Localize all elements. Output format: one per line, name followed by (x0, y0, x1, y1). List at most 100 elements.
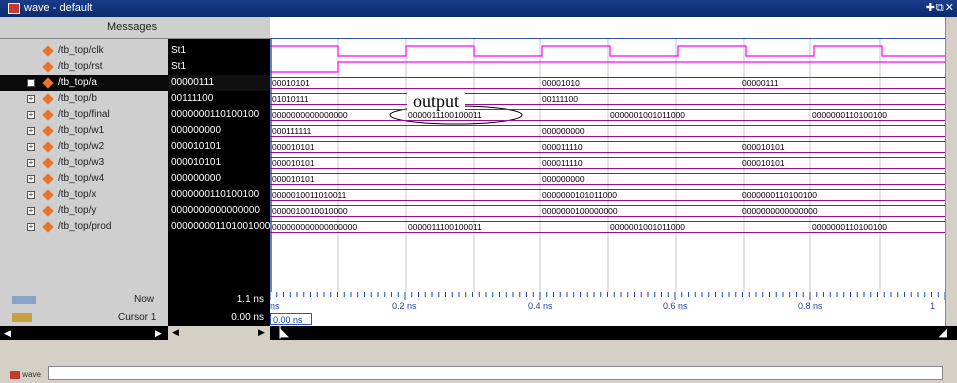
cursor-value-column: 1.1 ns 0.00 ns ◀ ▶ (168, 292, 270, 340)
signal-name: /tb_top/w3 (58, 157, 105, 168)
signal-value: 000000000 (171, 125, 222, 136)
expand-icon[interactable]: + (27, 191, 35, 199)
signal-row[interactable]: + /tb_top/prod (0, 219, 168, 235)
signal-row[interactable]: + /tb_top/w2 (0, 139, 168, 155)
bus-value-label: 000011110 (542, 158, 583, 168)
signal-row[interactable]: + /tb_top/a (0, 75, 168, 91)
time-cursor-area: Now Cursor 1 ◀ ▶ 1.1 ns 0.00 ns ◀ ▶ ns 0.… (0, 292, 957, 340)
window-title: wave - default (24, 2, 93, 14)
messages-header-label: Messages (107, 21, 158, 33)
bus-value-label: 000000000 (542, 174, 585, 184)
bus-value-label: 00010101 (272, 78, 310, 88)
signal-name: /tb_top/x (58, 189, 97, 200)
signal-icon (42, 125, 54, 137)
expand-icon[interactable]: + (27, 111, 35, 119)
bus-value-label: 000111111 (272, 126, 312, 136)
signal-name: /tb_top/prod (58, 221, 112, 232)
time-tick-label: ns (270, 301, 280, 311)
title-bar: wave - default ✚⧉✕ (0, 0, 957, 17)
time-tick-label: 1 (930, 301, 936, 311)
signal-name: /tb_top/rst (58, 61, 103, 72)
cursor-label: Cursor 1 (118, 312, 157, 323)
signal-value: 000010101 (171, 141, 222, 152)
scroll-right-icon[interactable]: ▶ (155, 328, 162, 339)
signal-icon (42, 189, 54, 201)
signal-name: /tb_top/w2 (58, 141, 105, 152)
signal-row[interactable]: + /tb_top/b (0, 91, 168, 107)
scroll-left-icon[interactable]: ◀ (4, 328, 11, 339)
bus-value-label: 0000001001011000 (610, 222, 686, 232)
expand-icon[interactable]: + (27, 79, 35, 87)
expand-icon[interactable]: + (27, 223, 35, 231)
bus-value-label: 00111100 (542, 94, 578, 104)
messages-header: Messages (0, 17, 168, 39)
bus-value-label: 000010101 (272, 158, 315, 168)
signal-value: 000010101 (171, 157, 222, 168)
cursor-icon[interactable] (12, 313, 32, 322)
bus-value-label: 0000000110100100 (742, 190, 818, 200)
bus-value-label: 0000011100100011 (408, 222, 482, 232)
time-tick-label: 0.6 ns (663, 301, 688, 311)
signal-value: 00111100 (171, 93, 214, 104)
signal-value: 0000000110100100 (171, 109, 260, 120)
bus-value-label: 0000000100000000 (542, 206, 618, 216)
bus-segment (270, 93, 540, 105)
expand-icon[interactable]: + (27, 127, 35, 135)
signal-name: /tb_top/a (58, 77, 97, 88)
signal-name: /tb_top/w4 (58, 173, 105, 184)
bus-value-label: 00001010 (542, 78, 580, 88)
command-input[interactable] (48, 366, 943, 380)
bus-value-label: 0000000110100100 (812, 110, 888, 120)
bus-value-label: 000010101 (742, 142, 785, 152)
time-tick-label: 0.2 ns (392, 301, 417, 311)
expand-icon[interactable]: + (27, 159, 35, 167)
bus-value-label: 000010101 (272, 174, 315, 184)
signal-row[interactable]: /tb_top/rst (0, 59, 168, 75)
wave-window: wave - default ✚⧉✕ Messages /tb_top/clk /… (0, 0, 957, 383)
waveform-hscroll[interactable]: ▕◣ ◢ (270, 326, 957, 340)
cursor-name-column: Now Cursor 1 ◀ ▶ (0, 292, 168, 340)
wave-tab-icon (10, 370, 20, 379)
signal-row[interactable]: + /tb_top/y (0, 203, 168, 219)
signal-icon (42, 77, 54, 89)
signal-value: 0000000000000000 (171, 205, 260, 216)
expand-icon[interactable]: + (27, 143, 35, 151)
output-annotation: output (407, 91, 466, 112)
footer-bar: wave (0, 340, 957, 383)
signal-icon (42, 157, 54, 169)
signal-row[interactable]: /tb_top/clk (0, 43, 168, 59)
bus-value-label: 000010101 (272, 142, 315, 152)
wave-tab[interactable]: wave (10, 370, 46, 382)
signal-row[interactable]: + /tb_top/w3 (0, 155, 168, 171)
scroll-right-icon[interactable]: ▶ (258, 327, 265, 338)
signal-value: 00000111 (168, 75, 270, 91)
value-pane-hscroll[interactable]: ◀ ▶ (168, 326, 270, 340)
cursor-time-box[interactable]: 0.00 ns (270, 313, 312, 325)
signal-row[interactable]: + /tb_top/final (0, 107, 168, 123)
output-annotation-text: output (413, 91, 460, 111)
bus-value-label: 000000000000000000 (272, 222, 358, 232)
bus-value-label: 01010111 (272, 94, 309, 104)
window-controls[interactable]: ✚⧉✕ (926, 1, 955, 15)
name-pane-hscroll[interactable]: ◀ ▶ (0, 326, 168, 340)
scroll-right-icon[interactable]: ◢ (939, 326, 947, 339)
scroll-left-icon[interactable]: ▕◣ (272, 326, 289, 339)
expand-icon[interactable]: + (27, 175, 35, 183)
bus-value-label: 00000111 (742, 78, 779, 88)
bus-value-label: 000000000 (542, 126, 585, 136)
bus-value-label: 0000010011010011 (272, 190, 347, 200)
signal-row[interactable]: + /tb_top/x (0, 187, 168, 203)
time-axis: ns 0.2 ns 0.4 ns 0.6 ns 0.8 ns 1 0.00 ns (270, 292, 945, 326)
signal-row[interactable]: + /tb_top/w4 (0, 171, 168, 187)
bus-value-label: 000010101 (742, 158, 785, 168)
expand-icon[interactable]: + (27, 95, 35, 103)
scroll-left-icon[interactable]: ◀ (172, 327, 179, 338)
now-label: Now (134, 294, 155, 305)
bus-value-label: 0000001001011000 (610, 110, 686, 120)
cursor-time-text: 0.00 ns (273, 315, 303, 325)
expand-icon[interactable]: + (27, 207, 35, 215)
signal-icon (42, 173, 54, 185)
signal-name: /tb_top/y (58, 205, 97, 216)
signal-row[interactable]: + /tb_top/w1 (0, 123, 168, 139)
now-icon (12, 296, 36, 304)
